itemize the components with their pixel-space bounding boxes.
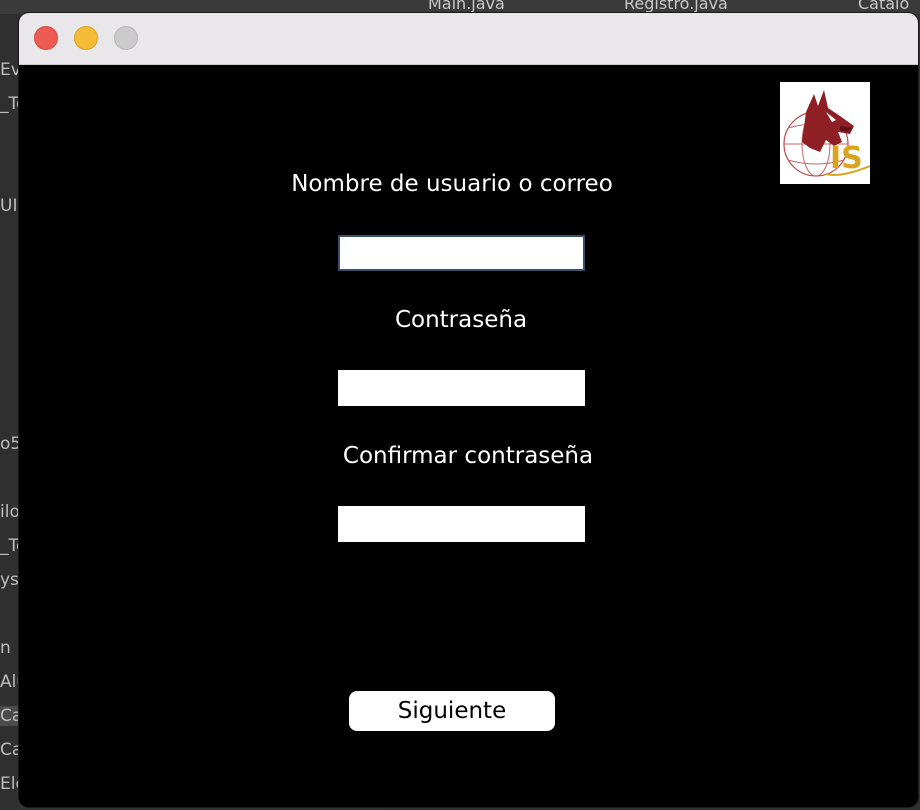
- registration-window: IS Nombre de usuario o correo Contraseña…: [19, 13, 918, 807]
- next-button[interactable]: Siguiente: [349, 691, 555, 731]
- tree-item[interactable]: Ca: [0, 740, 20, 760]
- tree-item[interactable]: o5: [0, 434, 20, 454]
- tree-item[interactable]: Ev: [0, 60, 20, 80]
- wolf-globe-logo-icon: IS: [780, 82, 870, 184]
- confirm-password-input[interactable]: [338, 506, 585, 542]
- background-tab-main[interactable]: Main.java: [428, 0, 505, 13]
- tree-item[interactable]: n: [0, 638, 11, 658]
- tree-item[interactable]: Alu: [0, 672, 20, 692]
- form-panel: IS Nombre de usuario o correo Contraseña…: [19, 65, 918, 807]
- password-input[interactable]: [338, 370, 585, 406]
- tree-item-selected[interactable]: Ca: [0, 706, 20, 726]
- background-tab-catalogo[interactable]: Catalo: [858, 0, 909, 13]
- background-tab-bar: Main.java Registro.java Catalo: [0, 0, 920, 14]
- minimize-window-button[interactable]: [74, 26, 98, 50]
- tree-item[interactable]: _To: [0, 536, 20, 556]
- maximize-window-button[interactable]: [114, 26, 138, 50]
- background-project-tree: Ev _To UI o5 ilo _To yst n Alu Ca Ca Ele: [0, 14, 20, 810]
- tree-item[interactable]: yst: [0, 570, 20, 590]
- password-label: Contraseña: [394, 307, 528, 333]
- username-label: Nombre de usuario o correo: [291, 171, 613, 197]
- tree-item[interactable]: UI: [0, 196, 17, 216]
- tree-item[interactable]: ilo: [0, 502, 20, 522]
- username-input[interactable]: [338, 235, 585, 271]
- close-window-button[interactable]: [34, 26, 58, 50]
- background-tab-registro[interactable]: Registro.java: [624, 0, 728, 13]
- tree-item[interactable]: _To: [0, 94, 20, 114]
- tree-item[interactable]: Ele: [0, 774, 20, 794]
- window-titlebar[interactable]: [19, 13, 918, 65]
- confirm-password-label: Confirmar contraseña: [342, 443, 594, 469]
